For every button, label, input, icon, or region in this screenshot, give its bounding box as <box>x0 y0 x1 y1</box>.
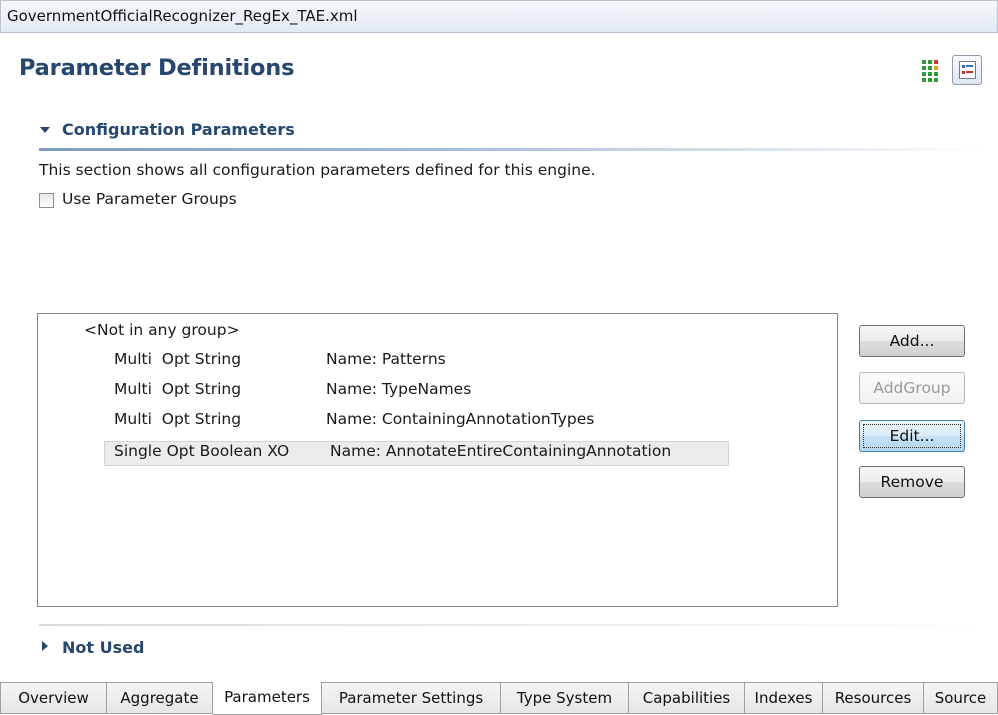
param-kind-annotateentire[interactable]: Single Opt Boolean XO <box>114 442 289 460</box>
section-description: This section shows all configuration par… <box>39 161 596 179</box>
edit-button-label: Edit... <box>889 427 935 445</box>
tab-resources[interactable]: Resources <box>823 682 924 714</box>
tab-parameter-settings[interactable]: Parameter Settings <box>322 682 501 714</box>
tab-parameters[interactable]: Parameters <box>213 682 322 715</box>
tab-aggregate[interactable]: Aggregate <box>107 682 213 714</box>
config-parameters-section-title: Configuration Parameters <box>62 120 295 139</box>
section-divider <box>39 148 986 151</box>
use-parameter-groups-checkbox[interactable] <box>39 193 54 208</box>
param-name-containingannotationtypes[interactable]: Name: ContainingAnnotationTypes <box>326 410 594 428</box>
param-kind-typenames[interactable]: Multi Opt String <box>114 380 241 398</box>
page-title: Parameter Definitions <box>19 55 295 81</box>
param-name-annotateentire[interactable]: Name: AnnotateEntireContainingAnnotation <box>330 442 671 460</box>
param-kind-containingannotationtypes[interactable]: Multi Opt String <box>114 410 241 428</box>
tab-capabilities[interactable]: Capabilities <box>629 682 745 714</box>
add-button[interactable]: Add... <box>859 325 965 357</box>
editor-tabs: Overview Aggregate Parameters Parameter … <box>0 682 998 715</box>
add-group-button[interactable]: AddGroup <box>859 372 965 404</box>
section-divider-bottom <box>39 624 986 626</box>
edit-button[interactable]: Edit... <box>859 420 965 452</box>
collapsed-triangle-icon <box>42 641 48 651</box>
expand-triangle-icon <box>40 127 50 133</box>
tree-group-node[interactable]: <Not in any group> <box>84 321 240 339</box>
not-used-section-title: Not Used <box>62 638 145 657</box>
editor-title-bar: GovernmentOfficialRecognizer_RegEx_TAE.x… <box>0 0 998 33</box>
param-name-typenames[interactable]: Name: TypeNames <box>326 380 471 398</box>
tab-overview[interactable]: Overview <box>0 682 107 714</box>
tab-source[interactable]: Source <box>924 682 998 714</box>
use-parameter-groups-label: Use Parameter Groups <box>62 190 237 208</box>
param-kind-patterns[interactable]: Multi Opt String <box>114 350 241 368</box>
tab-indexes[interactable]: Indexes <box>745 682 823 714</box>
tab-type-system[interactable]: Type System <box>501 682 629 714</box>
param-name-patterns[interactable]: Name: Patterns <box>326 350 446 368</box>
columns-layout-icon[interactable] <box>920 56 940 82</box>
form-layout-icon[interactable] <box>952 55 982 85</box>
editor-file-name: GovernmentOfficialRecognizer_RegEx_TAE.x… <box>7 7 358 25</box>
remove-button[interactable]: Remove <box>859 466 965 498</box>
